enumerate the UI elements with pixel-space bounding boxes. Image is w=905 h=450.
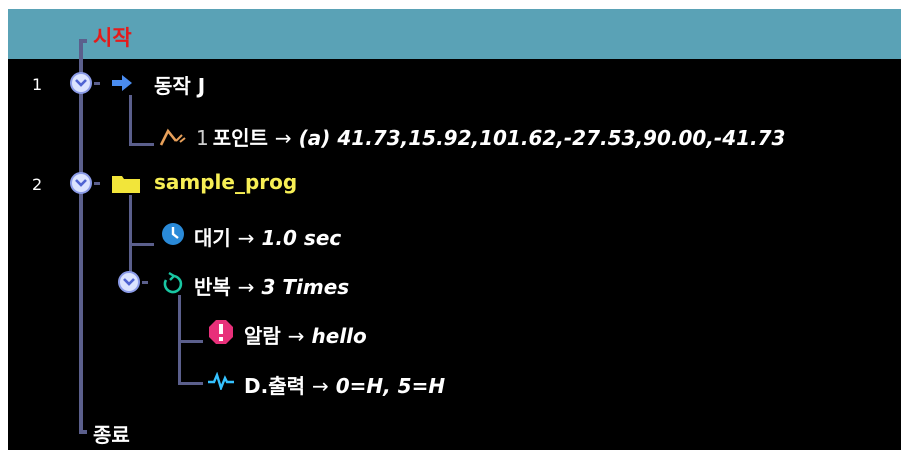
chevron-down-icon [75, 79, 87, 87]
alarm-value: hello [311, 324, 367, 348]
wait-label: 대기 [194, 226, 231, 250]
end-label: 종료 [93, 423, 130, 447]
output-row[interactable]: D.출력 → 0=H, 5=H [244, 370, 445, 399]
point-row[interactable]: 1 포인트 → (a) 41.73,15.92,101.62,-27.53,90.… [196, 122, 785, 151]
loop-arrow: → [237, 275, 255, 299]
tree-main-line [79, 39, 83, 434]
point-arrow: → [274, 126, 292, 150]
tree-connector [129, 130, 154, 146]
tree-bottom-tick [79, 430, 87, 434]
loop-label: 반복 [194, 275, 231, 299]
start-label: 시작 [93, 26, 132, 50]
wait-value: 1.0 sec [261, 226, 342, 250]
chevron-down-icon [75, 179, 87, 187]
alert-icon [209, 320, 233, 344]
arrow-right-icon [112, 75, 132, 91]
loop-row[interactable]: 반복 → 3 Times [194, 271, 349, 300]
move-label[interactable]: 동작 J [154, 70, 205, 99]
repeat-icon [163, 271, 183, 294]
tree-branch-line-1 [129, 95, 132, 133]
line-number-2: 2 [32, 175, 43, 194]
tree-top-tick [79, 39, 87, 43]
tree-connector [129, 230, 154, 246]
collapse-toggle-folder[interactable] [70, 172, 92, 194]
clock-icon [162, 223, 184, 245]
folder-icon [112, 176, 140, 193]
output-label: D.출력 [244, 374, 305, 398]
header-bar [8, 9, 901, 59]
folder-label[interactable]: sample_prog [154, 170, 297, 194]
loop-value: 3 Times [261, 275, 350, 299]
wait-arrow: → [237, 226, 255, 250]
program-tree-panel: 시작 종료 1 동작 J 1 포인트 → (a) 41.73,15.92,101.… [8, 9, 901, 450]
collapse-toggle-loop[interactable] [118, 271, 140, 293]
signal-icon [208, 372, 234, 390]
point-count: 1 [196, 126, 209, 150]
waypoint-icon [159, 128, 186, 146]
chevron-down-icon [123, 278, 135, 286]
tree-connector [178, 369, 203, 385]
tree-dash [142, 281, 148, 284]
output-arrow: → [311, 374, 329, 398]
tree-connector [178, 327, 203, 343]
wait-row[interactable]: 대기 → 1.0 sec [194, 222, 341, 251]
line-number-1: 1 [32, 75, 43, 94]
point-label: 포인트 [212, 126, 268, 150]
alarm-arrow: → [287, 324, 305, 348]
alarm-row[interactable]: 알람 → hello [244, 320, 367, 349]
tree-dash [94, 182, 100, 185]
output-value: 0=H, 5=H [335, 374, 446, 398]
point-value: (a) 41.73,15.92,101.62,-27.53,90.00,-41.… [298, 126, 786, 150]
tree-dash [94, 82, 100, 85]
collapse-toggle-move[interactable] [70, 72, 92, 94]
alarm-label: 알람 [244, 324, 281, 348]
